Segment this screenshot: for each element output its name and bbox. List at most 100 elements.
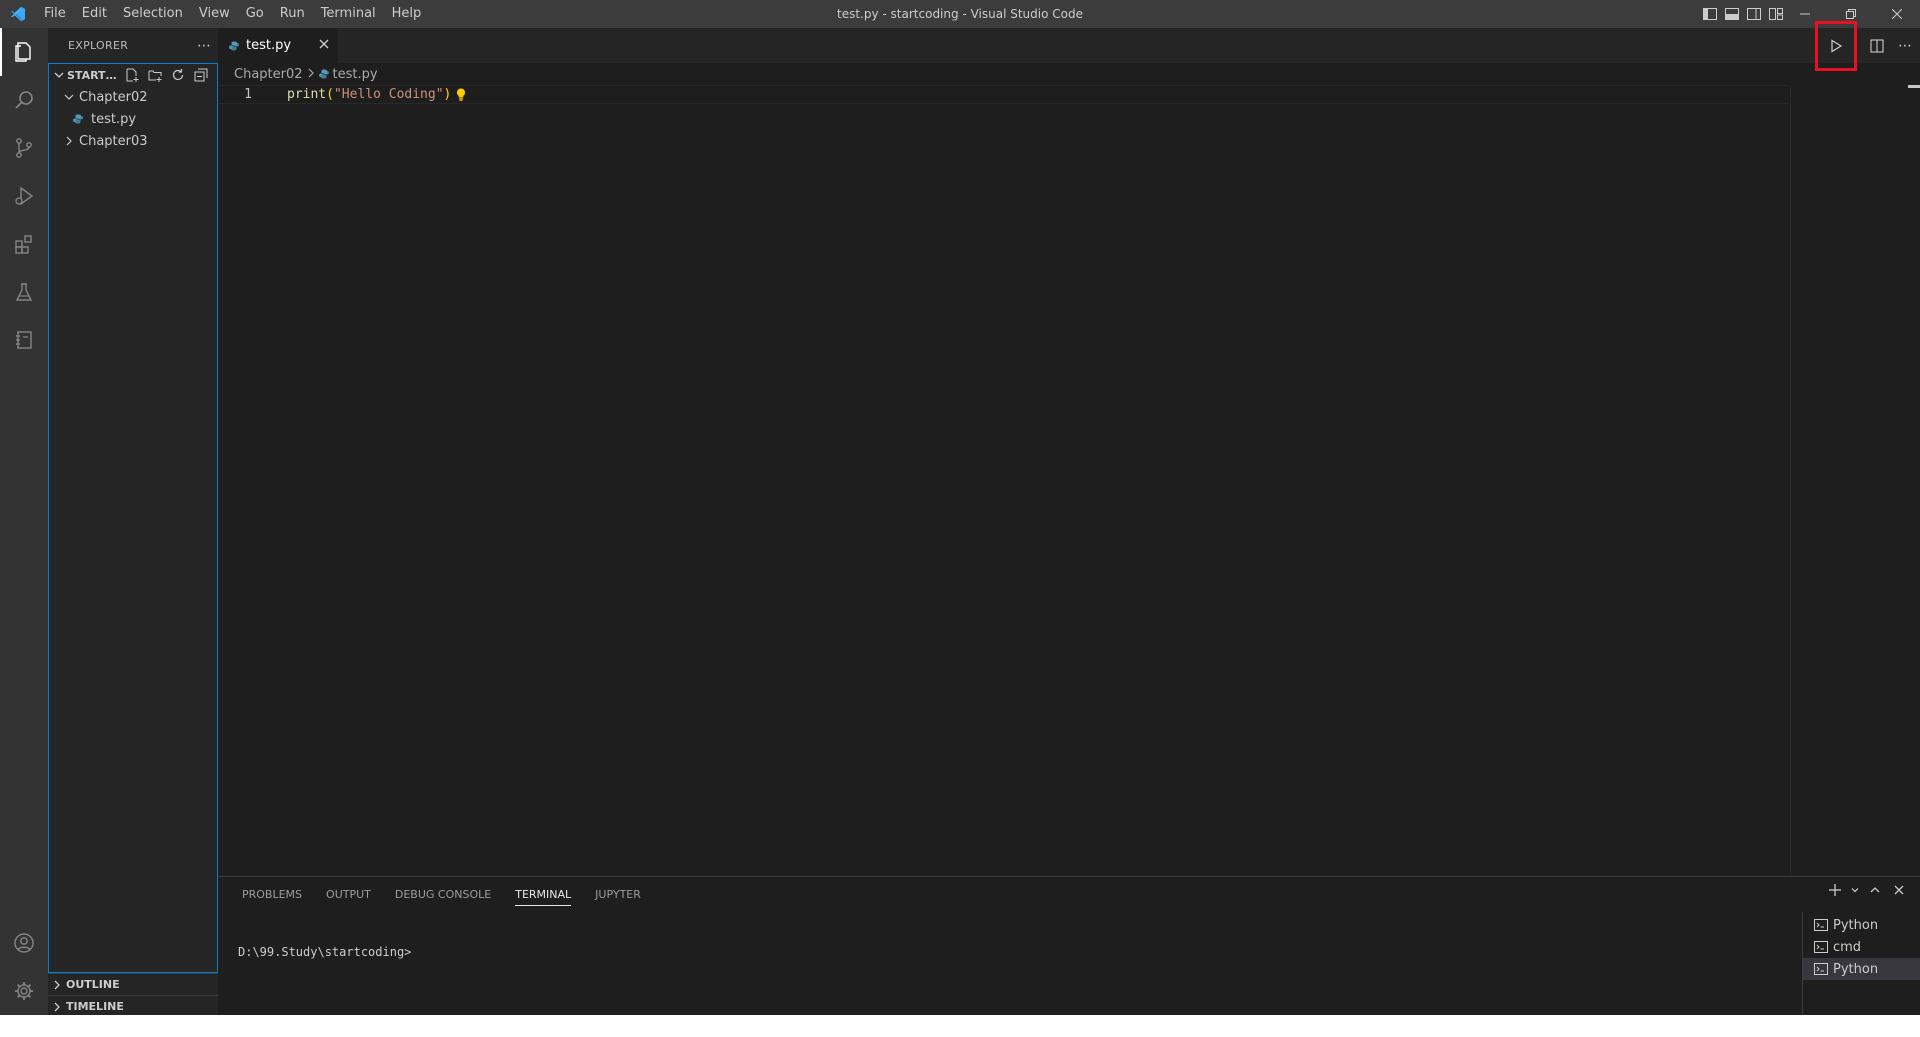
menu-go[interactable]: Go [238,0,272,28]
editor-tabs: test.py ⋯ [218,20,1920,71]
code-paren-close: ) [443,87,452,102]
extensions-icon[interactable] [0,220,48,268]
toggle-secondary-sidebar-icon[interactable] [1746,6,1762,22]
terminal-icon [1813,962,1829,976]
activity-bar [0,28,48,1015]
refresh-icon[interactable] [169,66,187,84]
vscode-window: File Edit Selection View Go Run Terminal… [0,0,1920,1015]
run-and-debug-icon[interactable] [0,172,48,220]
editor-area: test.py ⋯ Chapter02 test.py 1 print("Hel… [218,20,1920,876]
explorer-actions [123,66,210,84]
timeline-section[interactable]: TIMELINE [48,995,218,1015]
tree-item-test-py[interactable]: test.py [49,108,217,130]
manage-gear-icon[interactable] [0,967,48,1015]
chevron-right-icon [54,1002,60,1011]
terminal-item[interactable]: cmd [1803,936,1920,958]
explorer-icon[interactable] [0,28,48,76]
outline-section[interactable]: OUTLINE [48,973,218,995]
minimize-icon[interactable] [1782,0,1828,28]
explorer-tree: STARTC... [48,63,218,973]
tab-debug-console[interactable]: DEBUG CONSOLE [383,877,503,912]
bottom-panel: PROBLEMS OUTPUT DEBUG CONSOLE TERMINAL J… [218,876,1920,1015]
chevron-down-icon [53,70,65,80]
terminal-icon [1813,918,1829,932]
breadcrumb-folder[interactable]: Chapter02 [234,67,303,82]
code-paren-open: ( [326,87,334,102]
terminal-icon [1813,940,1829,954]
testing-icon[interactable] [0,268,48,316]
close-icon[interactable] [310,38,338,53]
run-python-file-button[interactable] [1815,20,1857,71]
tree-item-chapter02[interactable]: Chapter02 [49,86,217,108]
menu-view[interactable]: View [191,0,238,28]
vscode-logo-icon [0,0,36,28]
timeline-label: TIMELINE [66,1000,124,1013]
breadcrumb: Chapter02 test.py [218,63,1920,85]
python-file-icon [71,114,85,124]
chevron-right-icon [61,136,77,146]
new-folder-icon[interactable] [146,66,164,84]
overview-ruler-cursor [1908,85,1920,88]
activity-bar-bottom [0,919,48,1015]
search-icon[interactable] [0,76,48,124]
menu-terminal[interactable]: Terminal [313,0,384,28]
chevron-right-icon [54,980,60,989]
terminal-item-selected[interactable]: Python [1803,958,1920,980]
tab-label: test.py [246,38,292,53]
terminal-prompt[interactable]: D:\99.Study\startcoding> [238,945,411,959]
more-icon[interactable]: ⋯ [1892,33,1918,59]
toggle-panel-icon[interactable] [1724,6,1740,22]
menu-file[interactable]: File [36,0,74,28]
play-icon [1831,38,1843,53]
window-controls [1782,0,1920,28]
tree-item-label: test.py [91,111,137,127]
tab-output[interactable]: OUTPUT [314,877,383,912]
collapse-all-icon[interactable] [192,66,210,84]
lightbulb-icon[interactable] [455,88,467,102]
close-window-icon[interactable] [1874,0,1920,28]
tree-item-chapter03[interactable]: Chapter03 [49,130,217,152]
menu-selection[interactable]: Selection [115,0,191,28]
accounts-icon[interactable] [0,919,48,967]
maximize-panel-icon[interactable] [1866,881,1884,899]
code-text: print("Hello Coding") [287,87,451,102]
new-terminal-icon[interactable] [1826,881,1844,899]
menu-edit[interactable]: Edit [74,0,115,28]
minimap[interactable] [1790,85,1920,875]
chevron-down-icon [61,92,77,102]
panel-actions [1826,881,1908,899]
terminal-name: Python [1833,917,1879,933]
explorer-more-icon[interactable]: ⋯ [190,38,218,54]
layout-controls [1702,0,1784,28]
new-file-icon[interactable] [123,66,141,84]
tree-item-label: Chapter03 [79,133,148,149]
code-line: 1 print("Hello Coding") [218,85,1788,104]
panel-tabs: PROBLEMS OUTPUT DEBUG CONSOLE TERMINAL J… [218,877,1920,912]
terminal-list: Python cmd Python [1802,912,1920,1015]
breadcrumb-file[interactable]: test.py [333,67,378,82]
tab-problems[interactable]: PROBLEMS [230,877,314,912]
menu-bar: File Edit Selection View Go Run Terminal… [36,0,429,28]
source-control-icon[interactable] [0,124,48,172]
tab-jupyter[interactable]: JUPYTER [583,877,653,912]
close-panel-icon[interactable] [1890,881,1908,899]
notebook-icon[interactable] [0,316,48,364]
toggle-primary-sidebar-icon[interactable] [1702,6,1718,22]
tree-item-label: Chapter02 [79,89,148,105]
explorer-title: EXPLORER [68,39,129,52]
terminal-item[interactable]: Python [1803,914,1920,936]
split-editor-icon[interactable] [1864,33,1890,59]
terminal-name: cmd [1833,939,1862,955]
python-file-icon [228,41,240,51]
tab-terminal[interactable]: TERMINAL [503,877,583,912]
primary-sidebar: EXPLORER ⋯ STARTC... [48,28,218,1015]
chevron-down-icon[interactable] [1850,881,1860,899]
chevron-right-icon [307,67,315,82]
tab-test-py[interactable]: test.py [218,28,338,63]
terminal-name: Python [1833,961,1879,977]
code-editor[interactable]: 1 print("Hello Coding") [218,85,1920,855]
menu-run[interactable]: Run [272,0,313,28]
restore-icon[interactable] [1828,0,1874,28]
menu-help[interactable]: Help [384,0,430,28]
workspace-header[interactable]: STARTC... [49,64,217,86]
